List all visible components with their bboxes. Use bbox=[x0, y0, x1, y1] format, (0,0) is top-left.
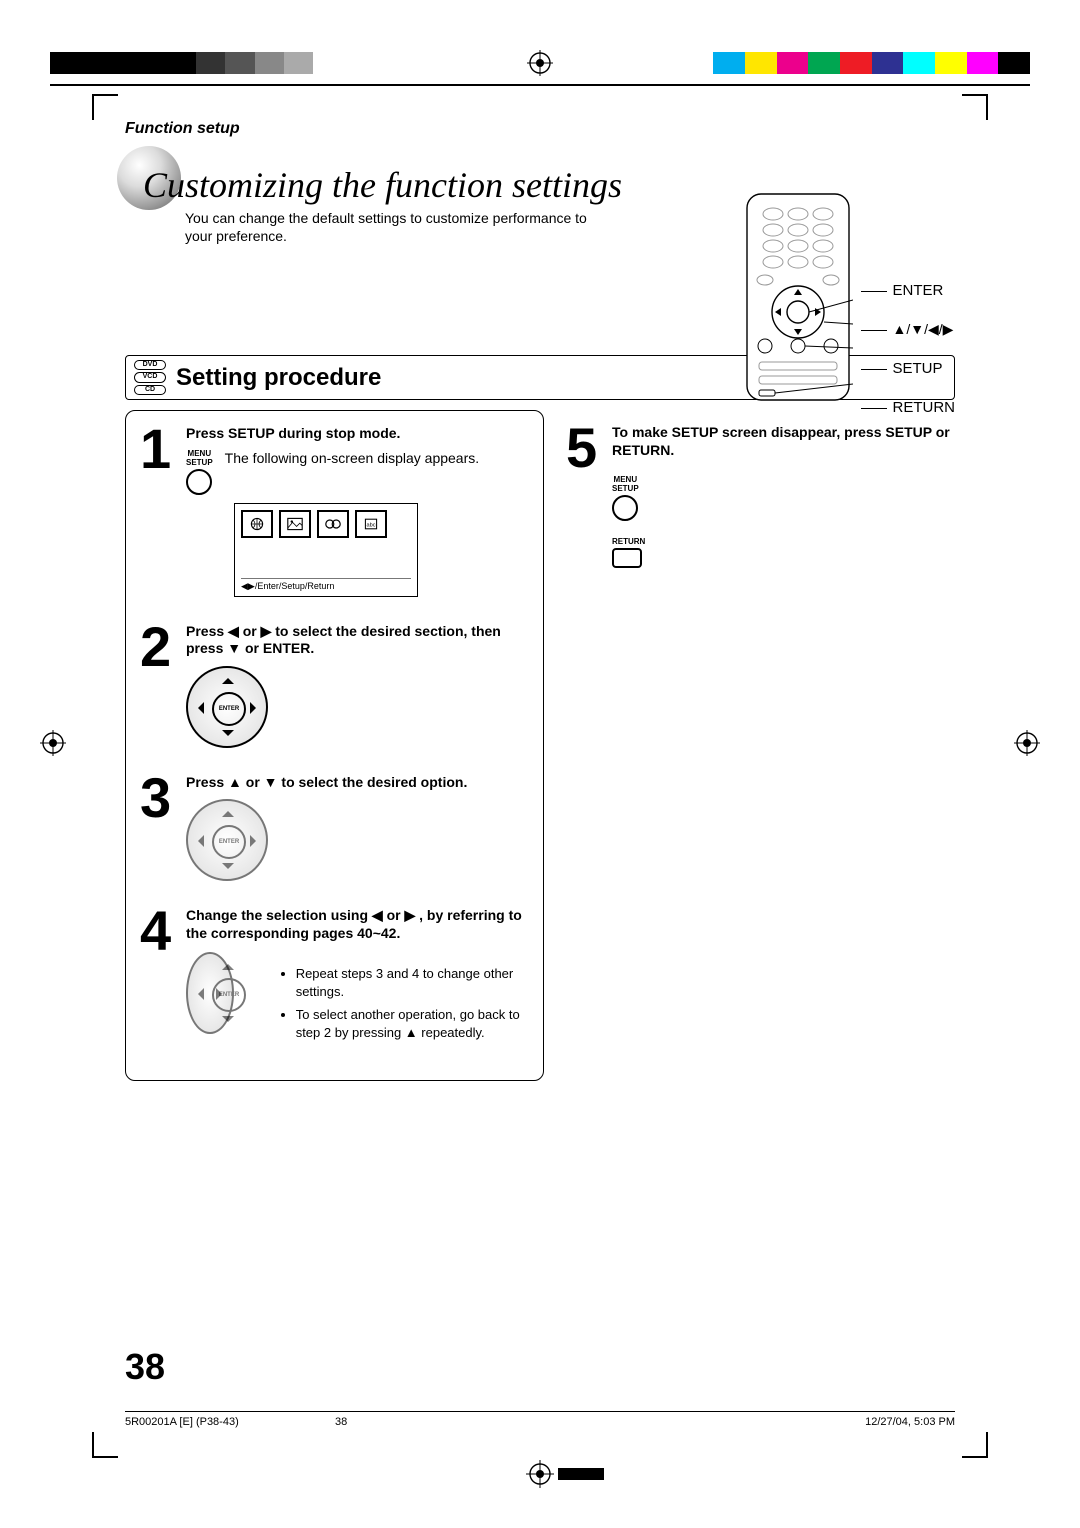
menu-setup-button-icon: MENU SETUP bbox=[186, 449, 213, 495]
remote-labels: ENTER ▲/▼/◀/▶ SETUP RETURN bbox=[861, 192, 956, 416]
crop-mark-tr bbox=[962, 94, 988, 120]
remote-label-enter: ENTER bbox=[861, 282, 956, 299]
footer-meta: 5R00201A [E] (P38-43) 38 12/27/04, 5:03 … bbox=[125, 1411, 955, 1428]
dpad-icon-faded-2: ENTER bbox=[186, 952, 234, 1034]
crop-mark-br bbox=[962, 1432, 988, 1458]
registration-crosshair-top bbox=[527, 50, 553, 76]
step-5-title: To make SETUP screen disappear, press SE… bbox=[612, 424, 955, 459]
procedure-heading: Setting procedure bbox=[176, 364, 381, 392]
step-3-title: Press ▲ or ▼ to select the desired optio… bbox=[186, 774, 529, 792]
disc-type-badges: DVD VCD CD bbox=[134, 360, 166, 395]
section-label: Function setup bbox=[125, 120, 955, 138]
svg-text:abc: abc bbox=[366, 522, 375, 528]
menu-setup-label-top: MENU bbox=[186, 449, 213, 458]
registration-crosshair-right bbox=[1014, 730, 1040, 756]
step-5: 5 To make SETUP screen disappear, press … bbox=[566, 424, 955, 568]
page-title: Customizing the function settings bbox=[125, 156, 955, 206]
registration-crosshair-left bbox=[40, 730, 66, 756]
right-step-column: 5 To make SETUP screen disappear, press … bbox=[566, 410, 955, 1081]
disc-badge-dvd: DVD bbox=[134, 360, 166, 370]
dpad-icon-strong: ENTER bbox=[186, 666, 268, 748]
menu-setup-label-top-2: MENU bbox=[612, 475, 639, 484]
osd-screen-example: abc ◀▶/Enter/Setup/Return bbox=[234, 503, 418, 597]
remote-label-setup: SETUP bbox=[861, 360, 956, 377]
step-4-number: 4 bbox=[140, 907, 176, 1060]
step-3: 3 Press ▲ or ▼ to select the desired opt… bbox=[140, 774, 529, 882]
osd-icon-language bbox=[241, 510, 273, 538]
remote-label-return: RETURN bbox=[861, 399, 956, 416]
footer-page: 38 bbox=[335, 1416, 535, 1428]
osd-caption: ◀▶/Enter/Setup/Return bbox=[241, 578, 411, 592]
footer-date: 12/27/04, 5:03 PM bbox=[865, 1416, 955, 1428]
colorbar-right bbox=[650, 52, 1030, 74]
osd-icon-parental: abc bbox=[355, 510, 387, 538]
dpad-center-label: ENTER bbox=[212, 692, 246, 726]
osd-icon-picture bbox=[279, 510, 311, 538]
step-2-title: Press ◀ or ▶ to select the desired secti… bbox=[186, 623, 529, 658]
remote-control-diagram bbox=[743, 192, 853, 407]
menu-setup-label-bottom-2: SETUP bbox=[612, 484, 639, 493]
step-4-note-b: To select another operation, go back to … bbox=[296, 1006, 529, 1041]
left-step-column: 1 Press SETUP during stop mode. MENU SET… bbox=[125, 410, 544, 1081]
step-2-number: 2 bbox=[140, 623, 176, 748]
crop-mark-tl bbox=[92, 94, 118, 120]
menu-setup-label-bottom: SETUP bbox=[186, 458, 213, 467]
remote-label-arrows: ▲/▼/◀/▶ bbox=[861, 321, 956, 338]
step-1-desc: The following on-screen display appears. bbox=[225, 449, 479, 467]
step-2: 2 Press ◀ or ▶ to select the desired sec… bbox=[140, 623, 529, 748]
disc-badge-vcd: VCD bbox=[134, 372, 166, 382]
dpad-center-label-2: ENTER bbox=[212, 825, 246, 859]
step-1-number: 1 bbox=[140, 425, 176, 597]
step-4-notes: Repeat steps 3 and 4 to change other set… bbox=[256, 965, 529, 1047]
step-4-title: Change the selection using ◀ or ▶ , by r… bbox=[186, 907, 529, 942]
step-1-title: Press SETUP during stop mode. bbox=[186, 425, 529, 443]
crop-mark-bl bbox=[92, 1432, 118, 1458]
return-button-label: RETURN bbox=[612, 537, 955, 546]
return-button-icon: RETURN bbox=[612, 537, 955, 568]
footer-filename: 5R00201A [E] (P38-43) bbox=[125, 1416, 335, 1428]
osd-icon-audio bbox=[317, 510, 349, 538]
step-4: 4 Change the selection using ◀ or ▶ , by… bbox=[140, 907, 529, 1060]
disc-badge-cd: CD bbox=[134, 385, 166, 395]
colorbar-left bbox=[50, 52, 430, 74]
step-4-note-a: Repeat steps 3 and 4 to change other set… bbox=[296, 965, 529, 1000]
menu-setup-button-icon-2: MENU SETUP bbox=[612, 475, 639, 521]
top-rule bbox=[50, 84, 1030, 90]
registration-color-bars bbox=[50, 48, 1030, 78]
page-number: 38 bbox=[125, 1346, 165, 1388]
dpad-icon-faded: ENTER bbox=[186, 799, 268, 881]
step-3-number: 3 bbox=[140, 774, 176, 882]
registration-crosshair-bottom bbox=[0, 1460, 1080, 1488]
step-5-number: 5 bbox=[566, 424, 602, 568]
step-1: 1 Press SETUP during stop mode. MENU SET… bbox=[140, 425, 529, 597]
intro-text: You can change the default settings to c… bbox=[185, 210, 605, 245]
